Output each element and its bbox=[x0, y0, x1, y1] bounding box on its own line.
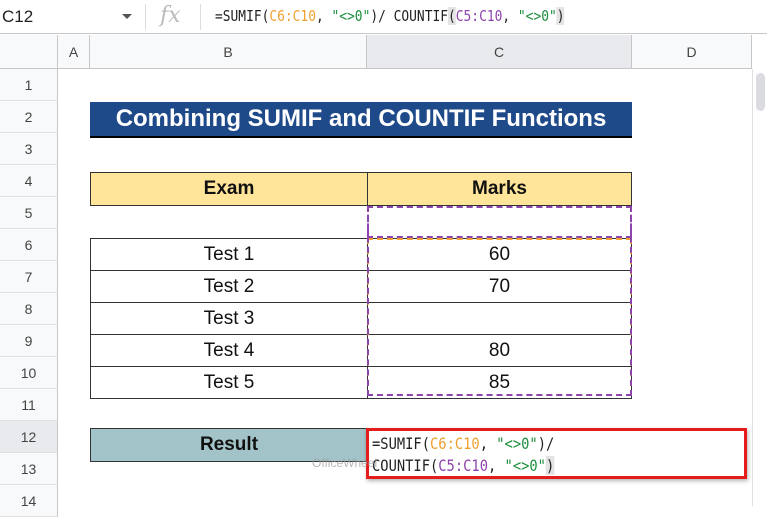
row-header-2[interactable]: 2 bbox=[0, 101, 58, 133]
exam-cell[interactable]: Test 4 bbox=[90, 334, 368, 367]
scrollbar-thumb[interactable] bbox=[756, 73, 765, 111]
exam-cell[interactable]: Test 2 bbox=[90, 270, 368, 303]
row-header-12[interactable]: 12 bbox=[0, 421, 58, 453]
name-box[interactable]: C12 bbox=[2, 7, 33, 27]
row-header-1[interactable]: 1 bbox=[0, 69, 58, 101]
formula-text: ) bbox=[545, 456, 555, 475]
divider bbox=[200, 4, 201, 30]
marks-cell[interactable]: 85 bbox=[367, 366, 632, 399]
row-header-10[interactable]: 10 bbox=[0, 357, 58, 389]
cell-editor-c12[interactable]: =SUMIF(C6:C10, "<>0")/COUNTIF(C5:C10, "<… bbox=[366, 428, 747, 479]
formula-text: , bbox=[487, 456, 505, 475]
marks-cell-c5[interactable] bbox=[367, 206, 632, 238]
row-header-11[interactable]: 11 bbox=[0, 389, 58, 421]
range-ref: C6:C10 bbox=[429, 434, 480, 453]
range-ref: C5:C10 bbox=[455, 7, 503, 25]
chevron-down-icon[interactable] bbox=[122, 14, 132, 19]
formula-text: COUNTIF( bbox=[372, 456, 439, 475]
column-header-c[interactable]: C bbox=[367, 35, 632, 69]
marks-cell[interactable]: 70 bbox=[367, 270, 632, 303]
column-header-d[interactable]: D bbox=[632, 35, 752, 69]
range-ref: C5:C10 bbox=[438, 456, 488, 475]
row-header-14[interactable]: 14 bbox=[0, 485, 58, 517]
column-header-b[interactable]: B bbox=[90, 35, 367, 69]
exam-cell[interactable]: Test 5 bbox=[90, 366, 368, 399]
formula-input[interactable]: =SUMIF(C6:C10, "<>0")/ COUNTIF(C5:C10, "… bbox=[215, 7, 565, 25]
row-header-3[interactable]: 3 bbox=[0, 133, 58, 165]
formula-text: , bbox=[315, 7, 332, 25]
row-header-5[interactable]: 5 bbox=[0, 197, 58, 229]
formula-text: )/ COUNTIF bbox=[370, 7, 449, 25]
row-header-9[interactable]: 9 bbox=[0, 325, 58, 357]
formula-text: )/ bbox=[537, 434, 555, 453]
criteria-string: "<>0" bbox=[517, 7, 557, 25]
formula-text: =SUMIF( bbox=[372, 434, 430, 453]
row-header-7[interactable]: 7 bbox=[0, 261, 58, 293]
formula-bar: C12 fx =SUMIF(C6:C10, "<>0")/ COUNTIF(C5… bbox=[0, 0, 767, 34]
row-header-8[interactable]: 8 bbox=[0, 293, 58, 325]
vertical-scrollbar[interactable] bbox=[752, 69, 767, 506]
watermark: OfficeWheel bbox=[312, 456, 378, 470]
criteria-string: "<>0" bbox=[331, 7, 371, 25]
exam-cell[interactable]: Test 1 bbox=[90, 238, 368, 271]
select-all-corner[interactable] bbox=[0, 35, 58, 69]
row-header-13[interactable]: 13 bbox=[0, 453, 58, 485]
formula-text: , bbox=[479, 434, 497, 453]
formula-text: ( bbox=[448, 7, 456, 25]
header-marks[interactable]: Marks bbox=[367, 172, 632, 206]
exam-cell[interactable]: Test 3 bbox=[90, 302, 368, 335]
formula-text: , bbox=[502, 7, 518, 25]
formula-text: =SUMIF( bbox=[215, 7, 270, 25]
criteria-string: "<>0" bbox=[504, 456, 546, 475]
criteria-string: "<>0" bbox=[496, 434, 538, 453]
header-exam[interactable]: Exam bbox=[90, 172, 368, 206]
marks-cell[interactable] bbox=[367, 302, 632, 335]
row-header-4[interactable]: 4 bbox=[0, 165, 58, 197]
column-header-a[interactable]: A bbox=[58, 35, 90, 69]
marks-cell[interactable]: 80 bbox=[367, 334, 632, 367]
row-header-6[interactable]: 6 bbox=[0, 229, 58, 261]
function-icon: fx bbox=[160, 3, 181, 28]
sheet-title[interactable]: Combining SUMIF and COUNTIF Functions bbox=[90, 102, 632, 138]
marks-cell[interactable]: 60 bbox=[367, 238, 632, 271]
formula-text: ) bbox=[556, 7, 565, 25]
range-ref: C6:C10 bbox=[269, 7, 316, 25]
divider bbox=[145, 4, 146, 30]
